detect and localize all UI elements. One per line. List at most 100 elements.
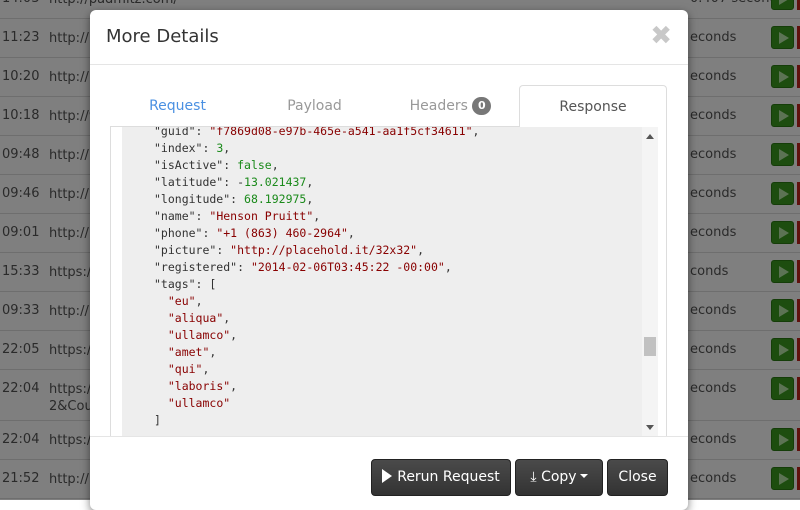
tab-response[interactable]: Response (519, 85, 667, 128)
json-punct: : (202, 141, 217, 155)
caret-down-icon (579, 474, 588, 478)
json-value: "http://placehold.it/32x32" (230, 243, 418, 257)
detail-tabs: Request Payload Headers 0 Response (110, 85, 667, 128)
json-value: 68.192975 (244, 192, 307, 206)
json-line: "longitude": 68.192975, (154, 191, 642, 208)
tab-label: Headers (409, 98, 468, 114)
json-punct: , (417, 243, 425, 257)
close-icon[interactable]: ✖ (650, 21, 672, 51)
json-value: "2014-02-06T03:45:22 -00:00" (250, 260, 445, 274)
more-details-modal: More Details ✖ Request Payload Headers 0… (90, 10, 688, 510)
close-button[interactable]: Close (607, 459, 668, 496)
scrollbar[interactable] (642, 127, 658, 436)
json-punct: , (306, 192, 314, 206)
json-punct: : [ (195, 277, 217, 291)
json-value: "eu" (167, 294, 196, 308)
json-punct: , (313, 209, 321, 223)
json-key: "latitude" (154, 175, 224, 189)
button-label: Rerun Request (397, 469, 500, 485)
json-punct: , (230, 328, 238, 342)
button-label: Close (618, 469, 657, 485)
json-value: "+1 (863) 460-2964" (216, 226, 348, 240)
json-key: "name" (154, 209, 196, 223)
json-punct: : - (223, 175, 245, 189)
json-line: "amet", (154, 344, 642, 361)
scrollbar-thumb[interactable] (644, 337, 656, 356)
json-punct: , (223, 141, 231, 155)
json-line: "isActive": false, (154, 157, 642, 174)
json-line: "ullamco", (154, 327, 642, 344)
modal-title: More Details (106, 26, 219, 47)
json-key: "registered" (154, 260, 238, 274)
json-key (154, 311, 168, 325)
modal-footer: Rerun Request ⤓ Copy Close (90, 436, 688, 510)
json-value: "aliqua" (167, 311, 224, 325)
json-punct: : (195, 127, 210, 138)
json-punct: : (195, 209, 210, 223)
json-punct: , (230, 379, 238, 393)
json-key: "index" (154, 141, 203, 155)
json-line: "qui", (154, 361, 642, 378)
tab-headers[interactable]: Headers 0 (383, 85, 518, 127)
json-key (154, 379, 168, 393)
json-line: "index": 3, (154, 140, 642, 157)
json-key (154, 294, 168, 308)
headers-count-badge: 0 (472, 97, 492, 115)
json-line: "tags": [ (154, 276, 642, 293)
json-punct: , (347, 226, 355, 240)
json-line: "laboris", (154, 378, 642, 395)
json-value: "ullamco" (167, 396, 231, 410)
json-value: "f7869d08-e97b-465e-a541-aa1f5cf34611" (209, 127, 473, 138)
response-panel: "guid": "f7869d08-e97b-465e-a541-aa1f5cf… (110, 127, 667, 437)
json-punct: , (444, 260, 452, 274)
scroll-down-arrow-icon[interactable] (646, 425, 654, 430)
json-punct: , (202, 362, 210, 376)
json-punct: , (472, 127, 480, 138)
json-line: "eu", (154, 293, 642, 310)
json-value: false (237, 158, 272, 172)
json-key: ] (154, 413, 161, 427)
json-punct: : (230, 192, 245, 206)
json-key (154, 328, 168, 342)
json-line: "latitude": -13.021437, (154, 174, 642, 191)
json-line: "picture": "http://placehold.it/32x32", (154, 242, 642, 259)
button-label: Copy (541, 469, 577, 485)
json-line: "phone": "+1 (863) 460-2964", (154, 225, 642, 242)
tab-label: Response (559, 99, 627, 115)
json-punct: : (202, 226, 217, 240)
json-key: "guid" (154, 127, 196, 138)
json-key: "tags" (154, 277, 196, 291)
json-key: "isActive" (154, 158, 224, 172)
tab-label: Request (149, 98, 206, 114)
json-line: "registered": "2014-02-06T03:45:22 -00:0… (154, 259, 642, 276)
json-line: "name": "Henson Pruitt", (154, 208, 642, 225)
json-key: "picture" (154, 243, 217, 257)
json-line: "aliqua", (154, 310, 642, 327)
json-key (154, 396, 168, 410)
scroll-up-arrow-icon[interactable] (646, 134, 654, 139)
json-line: ] (154, 412, 642, 429)
json-punct: , (195, 294, 203, 308)
json-key (154, 362, 168, 376)
json-punct: : (237, 260, 251, 274)
json-punct: , (306, 175, 314, 189)
json-value: "qui" (167, 362, 203, 376)
json-punct: , (209, 345, 217, 359)
json-punct: , (223, 311, 231, 325)
json-value: "Henson Pruitt" (209, 209, 314, 223)
json-punct: : (216, 243, 231, 257)
response-json-viewer[interactable]: "guid": "f7869d08-e97b-465e-a541-aa1f5cf… (122, 127, 642, 436)
tab-label: Payload (287, 98, 342, 114)
json-punct: , (271, 158, 279, 172)
play-icon (382, 469, 393, 483)
rerun-request-button[interactable]: Rerun Request (371, 459, 511, 496)
json-value: "ullamco" (167, 328, 231, 342)
modal-header: More Details ✖ (90, 10, 688, 65)
json-value: 13.021437 (244, 175, 307, 189)
json-key: "longitude" (154, 192, 231, 206)
json-line: "guid": "f7869d08-e97b-465e-a541-aa1f5cf… (154, 127, 642, 140)
json-value: "laboris" (167, 379, 231, 393)
tab-request[interactable]: Request (110, 85, 245, 127)
copy-dropdown-button[interactable]: ⤓ Copy (515, 459, 603, 496)
tab-payload[interactable]: Payload (247, 85, 382, 127)
